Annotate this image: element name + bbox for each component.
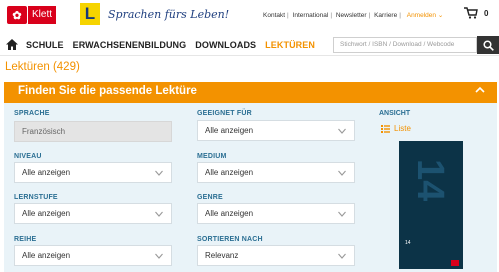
nav-erwachsenenbildung[interactable]: ERWACHSENENBILDUNG (73, 40, 187, 50)
slogan: Sprachen fürs Leben! (108, 8, 230, 21)
select-lernstufe-value: Alle anzeigen (22, 209, 71, 218)
book-cover-image[interactable]: 14 14 (399, 141, 463, 269)
cover-small-number: 14 (405, 240, 411, 246)
chevron-down-icon (155, 211, 163, 217)
link-international[interactable]: International (293, 12, 329, 19)
view-label: ANSICHT (379, 110, 411, 117)
select-geeignet[interactable]: Alle anzeigen (197, 120, 355, 141)
chevron-down-icon (155, 170, 163, 176)
select-medium[interactable]: Alle anzeigen (197, 162, 355, 183)
chevron-down-icon (155, 253, 163, 259)
nav-schule[interactable]: SCHULE (26, 40, 64, 50)
select-genre[interactable]: Alle anzeigen (197, 203, 355, 224)
view-list-option[interactable]: Liste (381, 124, 411, 133)
home-icon[interactable] (6, 39, 18, 50)
filter-header-title: Finden Sie die passende Lektüre (18, 85, 197, 97)
select-reihe[interactable]: Alle anzeigen (14, 245, 172, 266)
link-newsletter[interactable]: Newsletter (336, 12, 367, 19)
label-sortieren: SORTIEREN NACH (197, 236, 263, 243)
link-karriere[interactable]: Karriere (374, 12, 397, 19)
filter-header[interactable]: Finden Sie die passende Lektüre (4, 82, 497, 103)
label-lernstufe: LERNSTUFE (14, 194, 58, 201)
chevron-down-icon (338, 128, 346, 134)
label-niveau: NIVEAU (14, 153, 42, 160)
top-links: Kontakt | International | Newsletter | Karr… (263, 12, 444, 19)
cover-number: 14 (409, 159, 451, 202)
select-sortieren-value: Relevanz (205, 251, 239, 260)
nav-downloads[interactable]: DOWNLOADS (195, 40, 256, 50)
list-icon (381, 124, 390, 133)
select-lernstufe[interactable]: Alle anzeigen (14, 203, 172, 224)
klett-mark-icon: ✿ (7, 6, 27, 24)
label-geeignet: GEEIGNET FÜR (197, 110, 252, 117)
select-medium-value: Alle anzeigen (205, 168, 254, 177)
select-genre-value: Alle anzeigen (205, 209, 254, 218)
top-bar: ✿ Klett L Sprachen fürs Leben! Kontakt | … (0, 0, 499, 30)
search-input[interactable]: Stichwort / ISBN / Download / Webcode (333, 37, 477, 53)
cart-count: 0 (484, 8, 489, 18)
cart-icon (464, 7, 478, 19)
login-link[interactable]: Anmelden ⌄ (407, 12, 444, 19)
select-geeignet-value: Alle anzeigen (205, 126, 254, 135)
chevron-down-icon (338, 253, 346, 259)
select-sortieren[interactable]: Relevanz (197, 245, 355, 266)
label-sprache: SPRACHE (14, 110, 50, 117)
langenscheidt-logo[interactable]: L (80, 3, 100, 25)
select-niveau-value: Alle anzeigen (22, 168, 71, 177)
select-reihe-value: Alle anzeigen (22, 251, 71, 260)
search-button[interactable] (477, 36, 499, 54)
chevron-down-icon (338, 170, 346, 176)
klett-brand: Klett (28, 6, 57, 24)
page-title: Lektüren (429) (5, 61, 80, 73)
label-reihe: REIHE (14, 236, 37, 243)
select-niveau[interactable]: Alle anzeigen (14, 162, 172, 183)
klett-logo[interactable]: ✿ Klett (7, 6, 57, 24)
chevron-up-icon[interactable] (475, 86, 485, 94)
link-kontakt[interactable]: Kontakt (263, 12, 285, 19)
chevron-down-icon (338, 211, 346, 217)
cover-publisher-badge (451, 260, 459, 266)
label-medium: MEDIUM (197, 153, 227, 160)
select-sprache: Französisch (14, 121, 172, 142)
cart-button[interactable]: 0 (464, 7, 488, 19)
view-list-label: Liste (394, 124, 411, 133)
label-genre: GENRE (197, 194, 223, 201)
search-icon (482, 39, 494, 51)
main-nav: SCHULE ERWACHSENENBILDUNG DOWNLOADS LEKT… (0, 34, 499, 56)
nav-lektueren[interactable]: LEKTÜREN (265, 40, 315, 50)
